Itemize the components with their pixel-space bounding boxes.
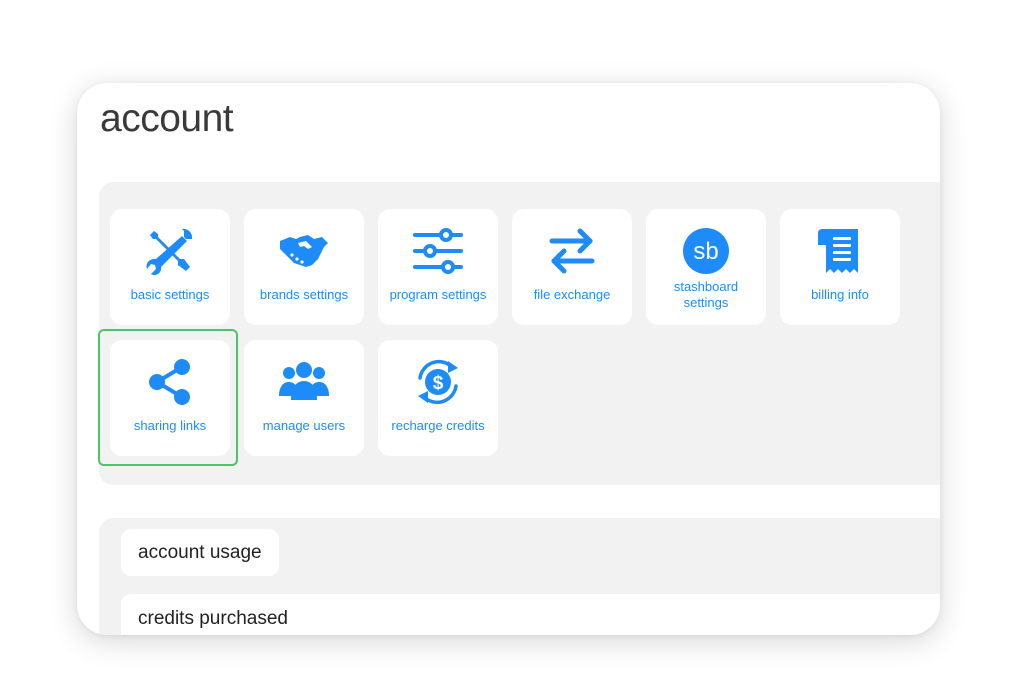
- users-icon: [278, 356, 330, 408]
- tile-label: billing info: [811, 287, 869, 302]
- credits-purchased-row[interactable]: credits purchased: [121, 594, 940, 635]
- tile-label: recharge credits: [391, 418, 485, 433]
- handshake-icon: [278, 225, 330, 277]
- tile-recharge-credits[interactable]: $ recharge credits: [378, 340, 498, 456]
- tile-basic-settings[interactable]: basic settings: [110, 209, 230, 325]
- tile-program-settings[interactable]: program settings: [378, 209, 498, 325]
- tools-icon: [144, 225, 196, 277]
- svg-text:$: $: [433, 373, 444, 394]
- sb-logo-icon: sb: [680, 225, 732, 277]
- page-title: account: [100, 97, 234, 140]
- account-usage-tab[interactable]: account usage: [121, 529, 279, 576]
- receipt-icon: [814, 225, 866, 277]
- tile-brands-settings[interactable]: brands settings: [244, 209, 364, 325]
- tile-stashboard-settings[interactable]: sb stashboard settings: [646, 209, 766, 325]
- tile-label: basic settings: [130, 287, 210, 302]
- tile-label: stashboard settings: [673, 279, 739, 310]
- tile-file-exchange[interactable]: file exchange: [512, 209, 632, 325]
- sliders-icon: [412, 225, 464, 277]
- selection-highlight: [98, 329, 238, 466]
- tile-label: file exchange: [533, 287, 611, 302]
- tile-label: manage users: [262, 418, 346, 433]
- sb-logo-text: sb: [693, 238, 718, 265]
- tile-manage-users[interactable]: manage users: [244, 340, 364, 456]
- recharge-dollar-icon: $: [412, 356, 464, 408]
- account-usage-panel: account usage credits purchased: [99, 518, 940, 635]
- exchange-arrows-icon: [546, 225, 598, 277]
- tile-label: program settings: [389, 287, 487, 302]
- tile-billing-info[interactable]: billing info: [780, 209, 900, 325]
- tile-label: brands settings: [259, 287, 349, 302]
